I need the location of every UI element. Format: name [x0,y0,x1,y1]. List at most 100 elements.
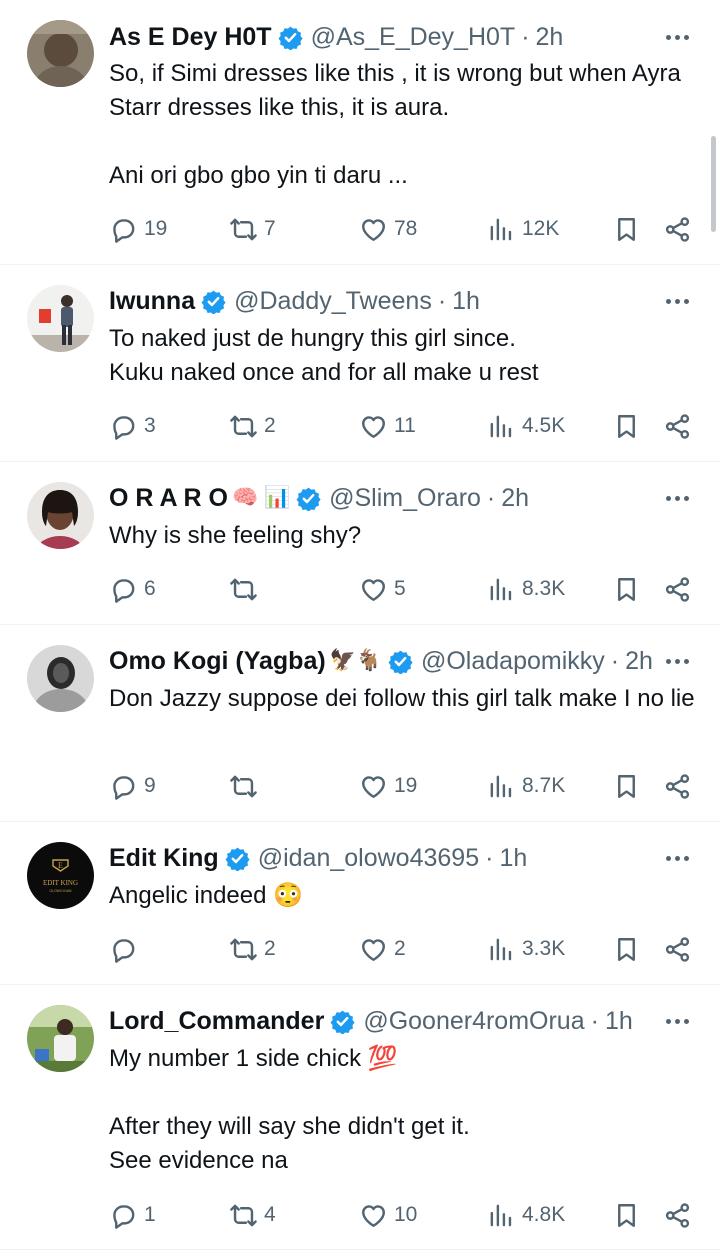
display-name[interactable]: O R A R O [109,484,228,513]
share-button[interactable] [663,409,692,443]
share-button[interactable] [663,1198,692,1232]
more-options-icon[interactable] [662,646,692,676]
more-options-icon[interactable] [662,1006,692,1036]
tweet-text: So, if Simi dresses like this , it is wr… [109,57,699,193]
bookmark-button[interactable] [612,572,641,606]
views-button[interactable]: 8.7K [487,769,565,803]
timestamp[interactable]: 2h [625,647,653,676]
user-handle[interactable]: @Gooner4romOrua [363,1007,584,1036]
reply-icon [113,938,135,963]
views-icon [490,218,512,240]
display-name[interactable]: Edit King [109,844,219,873]
reply-count: 1 [144,1203,156,1226]
user-handle[interactable]: @idan_olowo43695 [258,844,479,873]
display-name[interactable]: Lord_Commander [109,1007,324,1036]
bookmark-button[interactable] [612,932,641,966]
share-button[interactable] [663,769,692,803]
repost-count: 7 [264,217,276,240]
more-options-icon[interactable] [662,22,692,52]
verified-badge-icon [225,847,250,871]
timestamp[interactable]: 1h [605,1007,633,1036]
tweet[interactable]: Iwunna @Daddy_Tweens · 1h To naked just … [0,265,720,462]
timestamp[interactable]: 1h [499,844,527,873]
tweet[interactable]: As E Dey H0T @As_E_Dey_H0T · 2h So, if S… [0,0,720,265]
bookmark-button[interactable] [612,1198,641,1232]
avatar-logo-text: EDIT KING [43,879,78,887]
like-button[interactable]: 78 [359,212,417,246]
share-icon [665,1202,690,1228]
repost-button[interactable]: 7 [229,212,276,246]
tweet[interactable]: O R A R O 🧠 📊 @Slim_Oraro · 2h Why is sh… [0,462,720,625]
tweet[interactable]: E EDIT KING OLOWO IDAN Edit King @idan_o… [0,822,720,985]
tweet-text: Don Jazzy suppose dei follow this girl t… [109,682,699,716]
like-count: 78 [394,217,418,240]
like-button[interactable]: 2 [359,932,406,966]
share-button[interactable] [663,932,692,966]
avatar[interactable] [27,482,94,549]
views-button[interactable]: 4.5K [487,409,565,443]
repost-button[interactable]: 2 [229,409,276,443]
reply-count: 3 [144,414,156,437]
scrollbar[interactable] [711,136,716,232]
user-handle[interactable]: @Daddy_Tweens [234,287,432,316]
share-icon [665,413,690,439]
like-button[interactable]: 19 [359,769,417,803]
bookmark-button[interactable] [612,212,641,246]
like-button[interactable]: 10 [359,1198,417,1232]
bookmark-button[interactable] [612,409,641,443]
avatar[interactable] [27,285,94,352]
reply-button[interactable]: 9 [109,769,156,803]
view-count: 4.5K [522,414,566,437]
avatar[interactable] [27,20,94,87]
tweet-actions: 6 5 8.3K [109,572,693,606]
avatar[interactable] [27,645,94,712]
bookmark-icon [618,577,635,601]
tweet[interactable]: Lord_Commander @Gooner4romOrua · 1h My n… [0,985,720,1250]
bookmark-icon [618,774,635,798]
avatar[interactable] [27,1005,94,1072]
user-handle[interactable]: @As_E_Dey_H0T [311,23,516,52]
bookmark-button[interactable] [612,769,641,803]
views-button[interactable]: 12K [487,212,559,246]
display-name[interactable]: Iwunna [109,287,195,316]
avatar[interactable]: E EDIT KING OLOWO IDAN [27,842,94,909]
repost-button[interactable] [229,572,264,606]
tweet-text-line: To naked just de hungry this girl since. [109,325,516,352]
display-name[interactable]: As E Dey H0T [109,23,272,52]
reply-icon [113,578,135,603]
more-options-icon[interactable] [662,483,692,513]
repost-button[interactable]: 2 [229,932,276,966]
share-button[interactable] [663,212,692,246]
views-button[interactable]: 4.8K [487,1198,565,1232]
reply-button[interactable]: 19 [109,212,167,246]
user-handle[interactable]: @Oladapomikky [421,647,605,676]
views-button[interactable]: 8.3K [487,572,565,606]
reply-button[interactable]: 1 [109,1198,156,1232]
more-options-icon[interactable] [662,286,692,316]
tweet-text-line: Ani ori gbo gbo yin ti daru ... [109,162,408,189]
views-button[interactable]: 3.3K [487,932,565,966]
reply-button[interactable]: 6 [109,572,156,606]
verified-badge-icon [296,487,321,511]
like-button[interactable]: 11 [359,409,416,443]
reply-button[interactable] [109,932,144,966]
user-handle[interactable]: @Slim_Oraro [329,484,481,513]
name-emojis: 🧠 📊 [231,486,291,509]
repost-button[interactable]: 4 [229,1198,276,1232]
timestamp[interactable]: 2h [536,23,564,52]
tweet[interactable]: Omo Kogi (Yagba) 🦅🐐 @Oladapomikky · 2h D… [0,625,720,822]
share-icon [665,936,690,962]
timestamp[interactable]: 2h [501,484,529,513]
view-count: 8.3K [522,577,566,600]
tweet-text-line: See evidence na [109,1147,288,1174]
share-icon [665,576,690,602]
more-options-icon[interactable] [662,843,692,873]
share-button[interactable] [663,572,692,606]
like-count: 2 [394,937,406,960]
reply-button[interactable]: 3 [109,409,156,443]
repost-button[interactable] [229,769,264,803]
display-name[interactable]: Omo Kogi (Yagba) [109,647,326,676]
timestamp[interactable]: 1h [452,287,480,316]
like-button[interactable]: 5 [359,572,406,606]
repost-icon [230,1204,257,1226]
